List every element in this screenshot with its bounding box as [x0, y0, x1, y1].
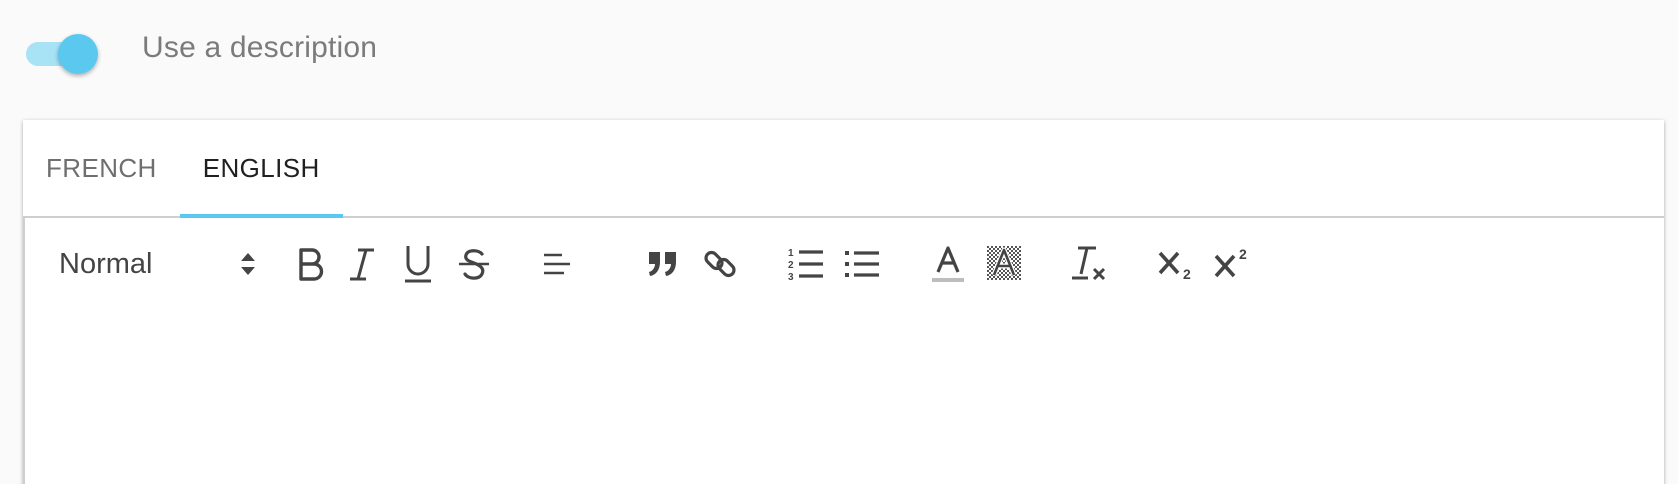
- svg-text:2: 2: [788, 260, 794, 271]
- align-left-icon: [544, 253, 570, 275]
- tab-french[interactable]: FRENCH: [23, 120, 180, 216]
- bullet-list-icon: [845, 251, 879, 277]
- italic-icon: [350, 248, 374, 281]
- description-editor-card: FRENCH ENGLISH Normal 1 2 3 2 2: [23, 120, 1664, 484]
- bullet-list-button[interactable]: [837, 218, 887, 310]
- header-format-select[interactable]: Normal: [59, 218, 257, 310]
- ordered-list-icon: 1 2 3: [788, 248, 823, 282]
- language-tabs: FRENCH ENGLISH: [23, 120, 1664, 218]
- link-button[interactable]: [695, 218, 745, 310]
- superscript-icon: 2: [1214, 246, 1247, 278]
- underline-button[interactable]: [395, 218, 441, 310]
- select-arrows-icon: [241, 253, 255, 275]
- page: Use a description FRENCH ENGLISH Normal: [0, 0, 1678, 484]
- description-toggle-row: Use a description: [26, 26, 378, 74]
- tab-english[interactable]: ENGLISH: [179, 120, 343, 218]
- background-color-button[interactable]: [979, 218, 1029, 310]
- strikethrough-icon: [459, 249, 489, 280]
- ordered-list-button[interactable]: 1 2 3: [781, 218, 831, 310]
- svg-text:2: 2: [1183, 266, 1191, 282]
- align-button[interactable]: [533, 218, 581, 310]
- editor-content-area[interactable]: [23, 310, 1664, 484]
- link-icon: [704, 250, 736, 278]
- highlight-icon: [987, 246, 1021, 280]
- svg-text:2: 2: [1239, 246, 1247, 262]
- editor-toolbar: Normal 1 2 3 2 2: [23, 218, 1664, 312]
- strikethrough-button[interactable]: [451, 218, 497, 310]
- quote-icon: [649, 252, 676, 276]
- superscript-button[interactable]: 2: [1207, 218, 1257, 310]
- tab-label: ENGLISH: [202, 152, 320, 183]
- clear-format-icon: [1072, 246, 1106, 281]
- underline-icon: [405, 246, 431, 283]
- subscript-button[interactable]: 2: [1151, 218, 1201, 310]
- toggle-thumb[interactable]: [58, 34, 98, 74]
- clear-format-button[interactable]: [1065, 218, 1115, 310]
- svg-text:1: 1: [788, 248, 794, 259]
- svg-text:3: 3: [788, 272, 794, 282]
- bold-icon: [299, 248, 324, 281]
- text-color-icon: [932, 246, 964, 282]
- bold-button[interactable]: [285, 218, 335, 310]
- toggle-label: Use a description: [142, 31, 378, 64]
- blockquote-button[interactable]: [639, 218, 687, 310]
- text-color-button[interactable]: [923, 218, 973, 310]
- tab-label: FRENCH: [46, 152, 157, 183]
- italic-button[interactable]: [339, 218, 385, 310]
- header-format-value: Normal: [59, 247, 153, 280]
- description-toggle[interactable]: [26, 26, 98, 74]
- subscript-icon: 2: [1158, 251, 1191, 282]
